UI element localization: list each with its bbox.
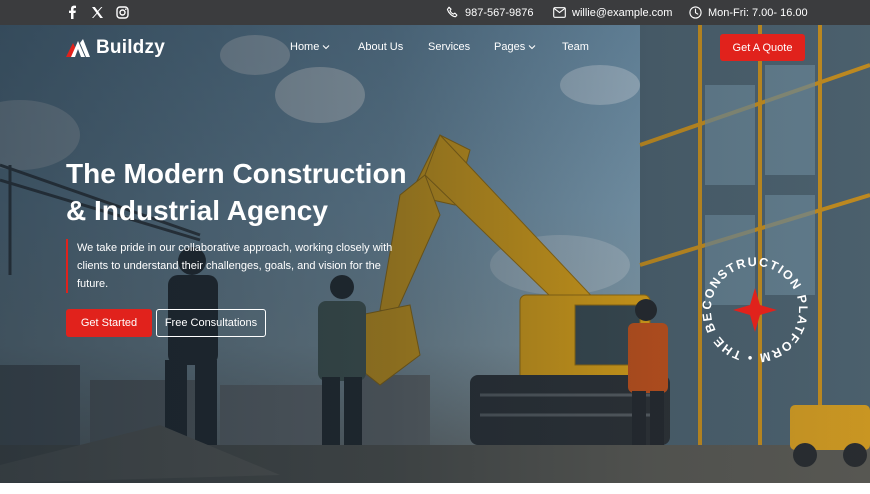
facebook-icon	[69, 5, 76, 19]
phone-icon	[446, 6, 458, 18]
hero-bottom-edge	[0, 483, 870, 494]
nav-about-us-label: About Us	[358, 41, 404, 53]
nav-pages[interactable]: Pages	[494, 41, 536, 53]
chevron-down-icon	[528, 45, 536, 50]
top-bar: 987-567-9876 willie@example.com Mon-Fri:…	[0, 0, 870, 25]
chevron-down-icon	[322, 45, 330, 50]
get-a-quote-button[interactable]: Get A Quote	[720, 34, 805, 61]
nav-about-us[interactable]: About Us	[358, 41, 403, 53]
email-contact[interactable]: willie@example.com	[553, 0, 672, 25]
x-twitter-icon	[91, 6, 103, 18]
facebook-link[interactable]	[64, 4, 80, 20]
clock-icon	[689, 6, 702, 19]
x-twitter-link[interactable]	[89, 4, 105, 20]
hero-title-line-2: & Industrial Agency	[66, 195, 328, 226]
hours-text: Mon-Fri: 7.00- 16.00	[708, 6, 808, 19]
nav-services[interactable]: Services	[428, 41, 470, 53]
nav-team[interactable]: Team	[562, 41, 589, 53]
instagram-icon	[115, 5, 129, 19]
social-links	[64, 4, 130, 20]
opening-hours: Mon-Fri: 7.00- 16.00	[689, 0, 808, 25]
phone-number: 987-567-9876	[465, 6, 534, 19]
nav-team-label: Team	[562, 41, 589, 53]
star-icon	[733, 288, 777, 332]
nav-services-label: Services	[428, 41, 471, 53]
nav-pages-label: Pages	[494, 41, 526, 53]
get-started-button[interactable]: Get Started	[66, 309, 152, 337]
email-address: willie@example.com	[572, 6, 673, 19]
free-consultations-button[interactable]: Free Consultations	[156, 309, 266, 337]
logo-mark-icon	[66, 39, 90, 57]
brand-name: Buildzy	[96, 37, 165, 58]
nav-home-label: Home	[290, 41, 320, 53]
instagram-link[interactable]	[114, 4, 130, 20]
hero-title: The Modern Construction & Industrial Age…	[66, 155, 466, 229]
envelope-icon	[553, 7, 566, 18]
nav-home[interactable]: Home	[290, 41, 330, 53]
phone-contact[interactable]: 987-567-9876	[446, 0, 534, 25]
brand-logo[interactable]: Buildzy	[66, 37, 165, 59]
hero-section: Buildzy Home About Us Services Pages Tea…	[0, 25, 870, 483]
hero-title-line-1: The Modern Construction	[66, 158, 407, 189]
construction-platform-badge: CONSTRUCTION PLATFORM • THE BEST •	[695, 250, 809, 365]
hero-description: We take pride in our collaborative appro…	[66, 239, 406, 293]
